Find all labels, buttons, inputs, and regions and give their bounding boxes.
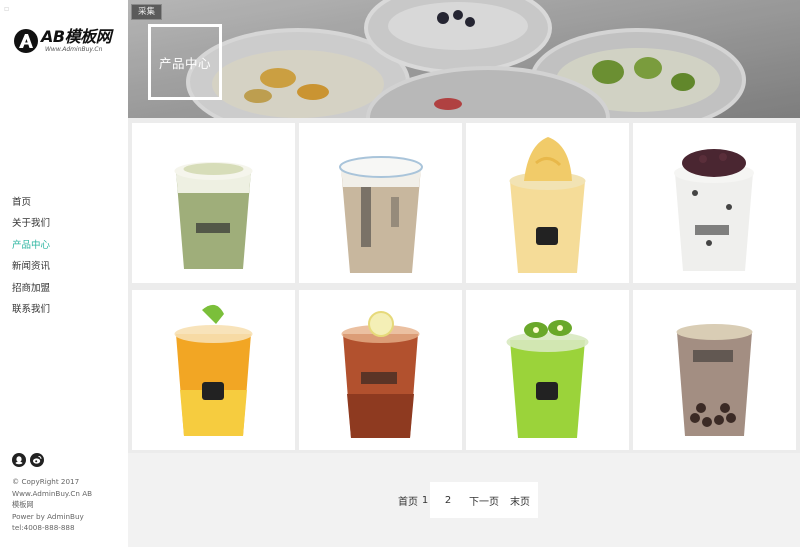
pager-page-2[interactable]: 2 <box>430 482 466 518</box>
logo-text: AB模板网 <box>41 27 112 46</box>
copyright-text: © CopyRight 2017 <box>12 477 80 486</box>
brand-text: 模板网 <box>12 500 34 510</box>
red-bean-milk-image <box>674 149 754 271</box>
product-card-cheese-milk-tea[interactable] <box>299 123 462 283</box>
website-text: Www.AdminBuy.Cn AB <box>12 488 93 498</box>
site-logo[interactable]: AB模板网 Www.AdminBuy.Cn <box>14 26 118 56</box>
product-card-mango-smoothie[interactable] <box>466 123 629 283</box>
weibo-icon[interactable] <box>30 453 44 467</box>
lemon-black-tea-image <box>341 311 420 438</box>
product-card-red-bean-milk[interactable] <box>633 123 796 283</box>
banner-title-box: 产品中心 <box>148 24 222 100</box>
mango-smoothie-image <box>509 137 586 273</box>
logo-mark-icon <box>14 29 38 53</box>
nav-item-franchise[interactable]: 招商加盟 <box>12 278 50 299</box>
pager-current-page: 1 <box>421 494 429 506</box>
product-card-pearl-milk-tea[interactable] <box>633 290 796 450</box>
phone-text: tel:4008-888-888 <box>12 523 75 533</box>
product-card-lemon-black-tea[interactable] <box>299 290 462 450</box>
nav-item-home[interactable]: 首页 <box>12 192 50 213</box>
product-grid <box>128 118 800 453</box>
product-card-orange-lime-tea[interactable] <box>132 290 295 450</box>
matcha-drink-image <box>174 162 253 269</box>
banner-tag[interactable]: 采集 <box>131 4 163 20</box>
page-banner: 采集 产品中心 <box>128 0 800 118</box>
qq-icon[interactable] <box>12 453 26 467</box>
nav-item-products[interactable]: 产品中心 <box>12 235 50 256</box>
page-title: 产品中心 <box>158 55 211 71</box>
kiwi-green-tea-image <box>506 320 589 438</box>
nav-item-about[interactable]: 关于我们 <box>12 213 50 234</box>
social-links <box>12 453 44 467</box>
main-nav: 首页 关于我们 产品中心 新闻资讯 招商加盟 联系我们 <box>12 192 50 320</box>
nav-item-news[interactable]: 新闻资讯 <box>12 256 50 277</box>
product-card-matcha-milk-tea[interactable] <box>132 123 295 283</box>
pager-last[interactable]: 末页 <box>502 482 538 518</box>
orange-lime-tea-image <box>174 304 253 436</box>
cheese-milk-tea-image <box>339 156 423 273</box>
product-card-kiwi-green-tea[interactable] <box>466 290 629 450</box>
pagination: 首页 1 2 下一页 末页 <box>396 482 538 518</box>
powered-by-text: Power by AdminBuy <box>12 511 84 521</box>
pager-next[interactable]: 下一页 <box>466 482 502 518</box>
pagination-area: 首页 1 2 下一页 末页 <box>128 453 800 547</box>
footer-info: © CopyRight 2017 Www.AdminBuy.Cn AB 模板网 … <box>12 476 116 534</box>
pearl-milk-tea-image <box>676 324 753 436</box>
logo-subtext: Www.AdminBuy.Cn <box>45 46 103 53</box>
banner-background-image <box>128 0 800 118</box>
nav-item-contact[interactable]: 联系我们 <box>12 299 50 320</box>
page-root: ▫ AB模板网 Www.AdminBuy.Cn 首页 关于我们 产品中心 新闻资… <box>0 0 800 547</box>
broken-image-icon: ▫ <box>4 4 10 13</box>
pager-first[interactable]: 首页 <box>396 482 420 518</box>
sidebar: ▫ AB模板网 Www.AdminBuy.Cn 首页 关于我们 产品中心 新闻资… <box>0 0 128 547</box>
